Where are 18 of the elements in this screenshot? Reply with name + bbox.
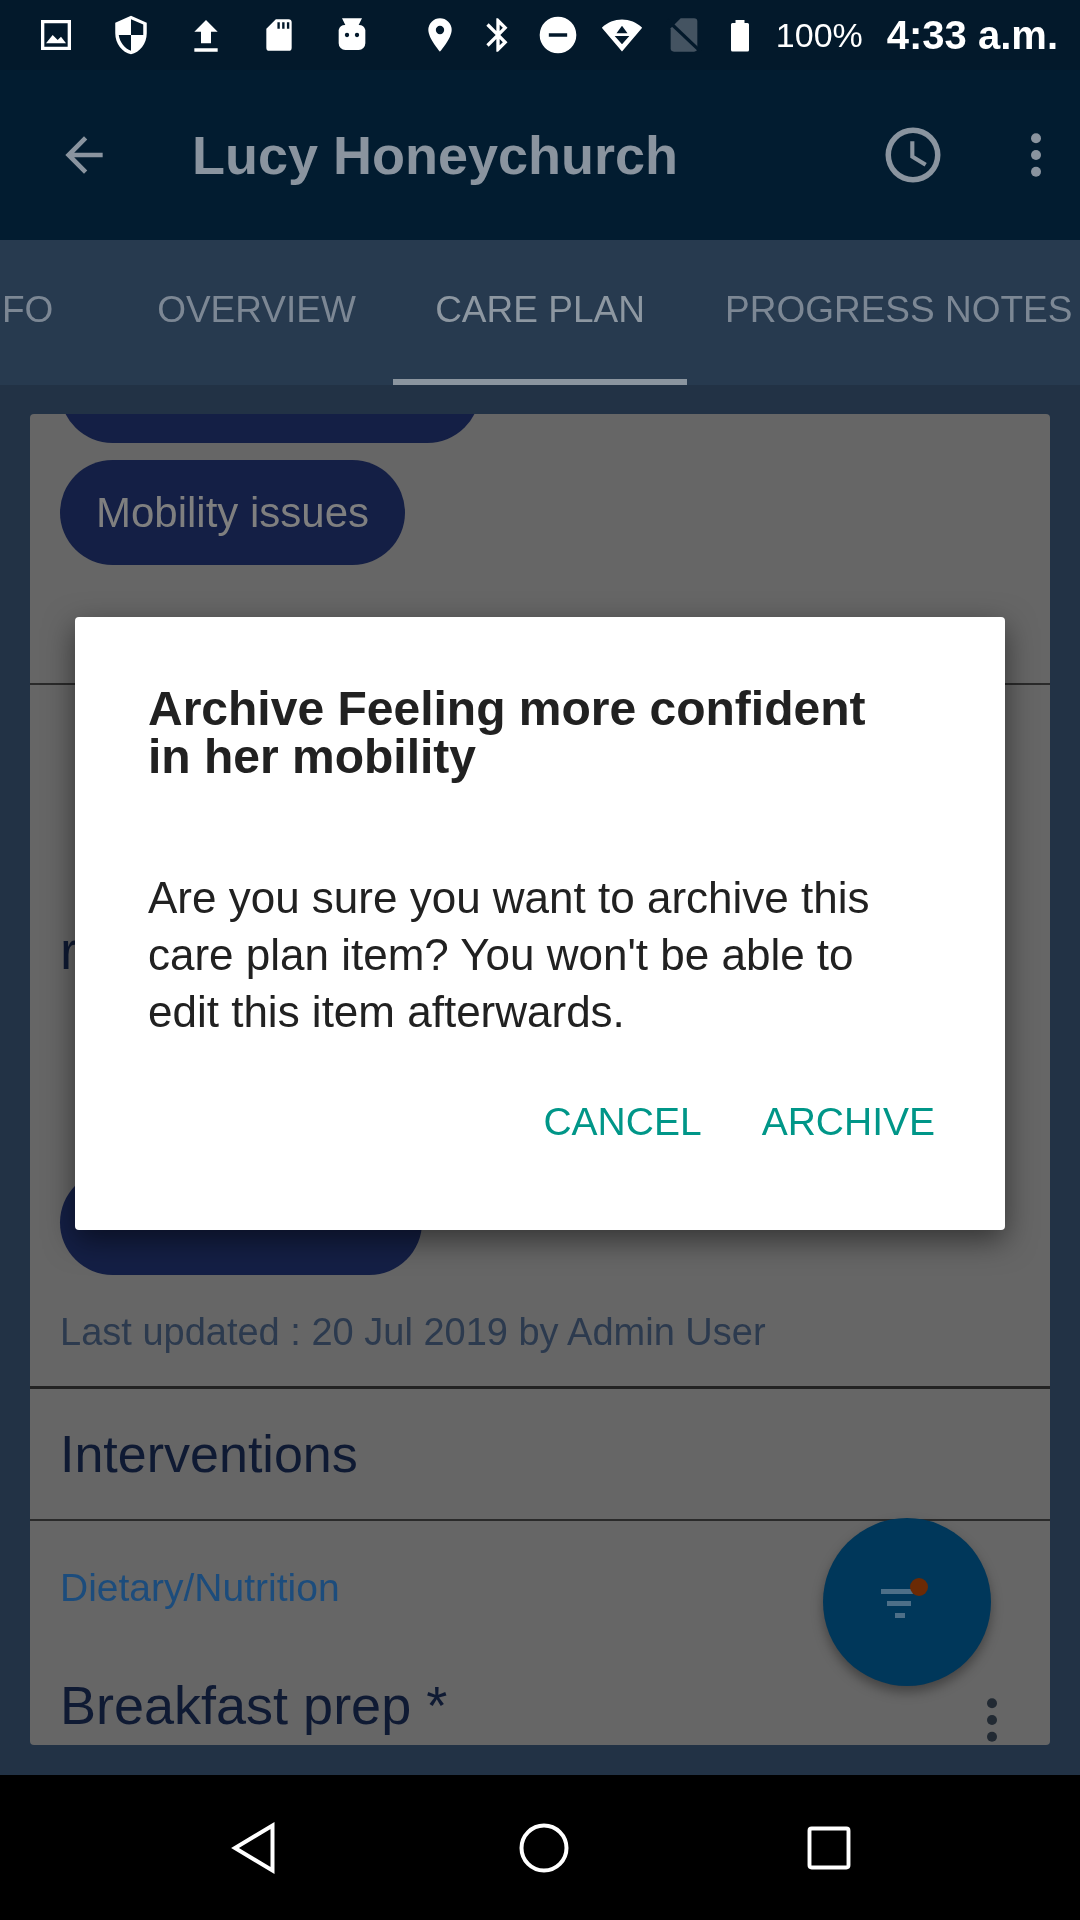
section-heading: Interventions xyxy=(60,1424,359,1485)
tab[interactable]: OVERVIEW xyxy=(120,240,393,385)
tab[interactable]: FO xyxy=(0,240,120,385)
intervention-category: Dietary/Nutrition xyxy=(60,1566,340,1610)
tab[interactable]: CARE PLAN xyxy=(393,240,687,385)
intervention-title: Breakfast prep * xyxy=(60,1674,448,1736)
tag-chip: Mobility issues xyxy=(60,460,406,565)
tab[interactable]: PROGRESS NOTES xyxy=(687,240,1073,385)
dialog-title: Archive Feeling more confident in her mobility xyxy=(148,685,867,781)
clock-time: 4:33 a.m. xyxy=(886,12,1058,58)
patient-name-title: Lucy Honeychurch xyxy=(192,124,680,186)
last-updated-text: Last updated : 20 Jul 2019 by Admin User xyxy=(60,1310,767,1355)
more-options-icon[interactable] xyxy=(1028,130,1044,180)
cancel-button[interactable]: CANCEL xyxy=(543,1090,702,1154)
dialog-message: Are you sure you want to archive this care plan item? You won't be able to edit this item afterwards. xyxy=(148,872,871,1038)
more-options-icon[interactable] xyxy=(984,1695,1000,1745)
battery-percentage: 100% xyxy=(775,15,863,55)
archive-button[interactable]: ARCHIVE xyxy=(761,1090,935,1154)
